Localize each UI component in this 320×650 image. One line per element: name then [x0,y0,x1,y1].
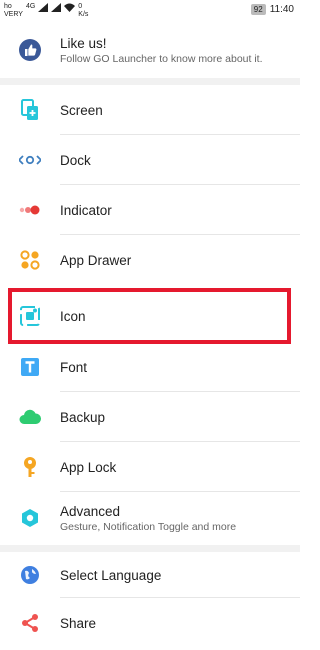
carrier-top: ho [4,3,12,10]
key-icon [19,456,41,478]
menu-label-share: Share [60,615,97,631]
font-icon [19,356,41,378]
menu-label-font: Font [60,359,88,375]
like-us-subtitle: Follow GO Launcher to know more about it… [60,52,263,65]
like-us-title: Like us! [60,35,107,51]
screen-icon [19,99,41,121]
thumbs-up-icon [19,39,41,61]
indicator-icon [19,199,41,221]
menu-item-font[interactable]: Font [0,342,300,392]
speed-unit: K/s [78,11,89,18]
app-drawer-icon [19,249,41,271]
menu-label-indicator: Indicator [60,202,112,218]
dock-icon [19,149,41,171]
menu-item-dock[interactable]: Dock [0,135,300,185]
cloud-backup-icon [19,406,41,428]
menu-label-dock: Dock [60,152,91,168]
battery-indicator: 92 [250,4,266,15]
menu-item-select-language[interactable]: Select Language [0,552,300,598]
wifi-icon [64,3,76,12]
menu-label-screen: Screen [60,102,103,118]
section-separator [0,78,300,85]
like-us-row[interactable]: Like us! Follow GO Launcher to know more… [0,24,300,76]
highlight-box [8,288,291,344]
speed-value: 0 [78,3,83,10]
menu-label-app-lock: App Lock [60,459,117,475]
menu-item-backup[interactable]: Backup [0,392,300,442]
menu-label-app-drawer: App Drawer [60,252,132,268]
menu-label-advanced: Advanced [60,503,121,519]
clock: 11:40 [269,4,294,15]
status-bar: ho VERY 4G 0 K/s 92 11:40 [0,0,300,22]
network-type: 4G [25,3,36,10]
menu-item-screen[interactable]: Screen [0,85,300,135]
signal-icon-2 [51,3,62,12]
menu-item-app-drawer[interactable]: App Drawer [0,235,300,285]
signal-icon [38,3,49,12]
advanced-icon [19,507,41,529]
menu-item-share[interactable]: Share [0,598,300,648]
menu-item-advanced[interactable]: Advanced Gesture, Notification Toggle an… [0,492,300,544]
menu-subtitle-advanced: Gesture, Notification Toggle and more [60,520,237,533]
menu-label-select-language: Select Language [60,567,162,583]
section-separator [0,545,300,552]
menu-label-backup: Backup [60,409,106,425]
globe-icon [19,564,41,586]
menu-item-indicator[interactable]: Indicator [0,185,300,235]
share-icon [19,612,41,634]
menu-item-app-lock[interactable]: App Lock [0,442,300,492]
carrier-bottom: VERY [4,11,23,18]
